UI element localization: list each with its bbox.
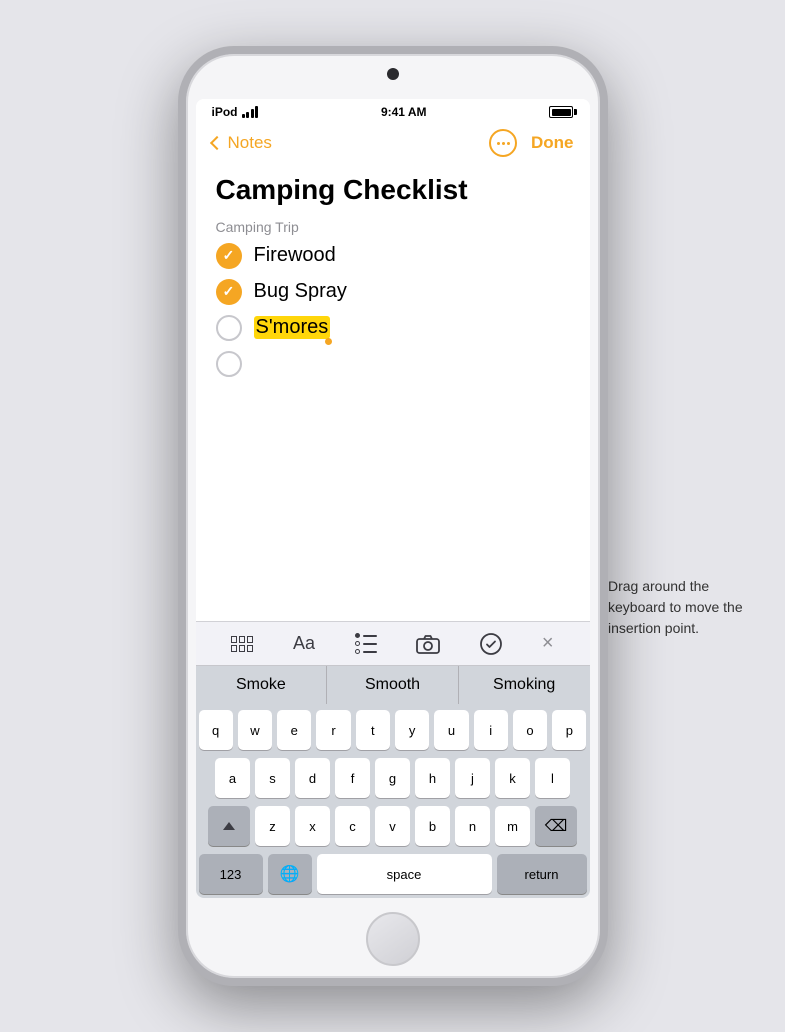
key-l[interactable]: l xyxy=(535,758,570,798)
device-wrapper: Drag around the keyboard to move the ins… xyxy=(0,0,785,1032)
numbers-key[interactable]: 123 xyxy=(199,854,263,894)
more-dot xyxy=(497,142,500,145)
key-z[interactable]: z xyxy=(255,806,290,846)
checkbox-smores[interactable] xyxy=(216,315,242,341)
checkbox-bug-spray[interactable]: ✓ xyxy=(216,279,242,305)
item-text-firewood: Firewood xyxy=(254,244,336,267)
camera-icon xyxy=(416,634,440,654)
checklist-item-smores: S'mores xyxy=(216,315,570,341)
note-title[interactable]: Camping Checklist xyxy=(216,173,570,207)
section-label: Camping Trip xyxy=(216,219,570,235)
back-button[interactable]: Notes xyxy=(212,133,272,153)
formatting-toolbar: Aa xyxy=(196,621,590,665)
more-button[interactable] xyxy=(489,129,517,157)
compose-button[interactable] xyxy=(480,633,502,655)
wifi-icon xyxy=(242,106,259,118)
status-bar: iPod 9:41 AM xyxy=(196,99,590,123)
key-y[interactable]: y xyxy=(395,710,429,750)
keyboard-row-2: a s d f g h j k l xyxy=(199,758,587,798)
status-carrier: iPod xyxy=(212,105,259,119)
close-icon: × xyxy=(542,632,554,655)
home-button[interactable] xyxy=(366,912,420,966)
checklist-item-tent xyxy=(216,351,570,377)
text-format-button[interactable]: Aa xyxy=(293,633,315,654)
checklist-button[interactable] xyxy=(355,633,377,654)
key-q[interactable]: q xyxy=(199,710,233,750)
predictive-word-1[interactable]: Smooth xyxy=(327,666,459,704)
item-text-smores[interactable]: S'mores xyxy=(254,316,331,339)
format-aa-label: Aa xyxy=(293,633,315,654)
key-o[interactable]: o xyxy=(513,710,547,750)
key-u[interactable]: u xyxy=(434,710,468,750)
checklist-item: ✓ Firewood xyxy=(216,243,570,269)
content-area: Camping Checklist Camping Trip ✓ Firewoo… xyxy=(196,165,590,621)
key-d[interactable]: d xyxy=(295,758,330,798)
key-e[interactable]: e xyxy=(277,710,311,750)
nav-bar: Notes Done xyxy=(196,123,590,165)
key-a[interactable]: a xyxy=(215,758,250,798)
keyboard-row-3: z x c v b n m ⌫ xyxy=(199,806,587,846)
checkmark-icon: ✓ xyxy=(223,247,235,264)
item-text-bug-spray: Bug Spray xyxy=(254,280,347,303)
space-key[interactable]: space xyxy=(317,854,492,894)
checkmark-icon: ✓ xyxy=(223,283,235,300)
more-dot xyxy=(507,142,510,145)
predictive-text-bar: Smoke Smooth Smoking xyxy=(196,665,590,704)
status-time: 9:41 AM xyxy=(381,105,427,119)
checkbox-tent[interactable] xyxy=(216,351,242,377)
checkbox-firewood[interactable]: ✓ xyxy=(216,243,242,269)
key-j[interactable]: j xyxy=(455,758,490,798)
predictive-word-2[interactable]: Smoking xyxy=(459,666,590,704)
keyboard: q w e r t y u i o p a s d f g xyxy=(196,704,590,898)
predictive-word-0[interactable]: Smoke xyxy=(196,666,328,704)
globe-key[interactable]: 🌐 xyxy=(268,854,312,894)
key-x[interactable]: x xyxy=(295,806,330,846)
key-h[interactable]: h xyxy=(415,758,450,798)
key-f[interactable]: f xyxy=(335,758,370,798)
more-dot xyxy=(502,142,505,145)
shift-icon xyxy=(223,822,235,830)
annotation-text: Drag around the keyboard to move the ins… xyxy=(602,576,757,639)
key-m[interactable]: m xyxy=(495,806,530,846)
checklist-item: ✓ Bug Spray xyxy=(216,279,570,305)
key-k[interactable]: k xyxy=(495,758,530,798)
compose-icon xyxy=(480,633,502,655)
chevron-left-icon xyxy=(209,136,223,150)
shift-key[interactable] xyxy=(208,806,250,846)
close-toolbar-button[interactable]: × xyxy=(542,632,554,655)
return-key[interactable]: return xyxy=(497,854,587,894)
battery-fill xyxy=(552,109,571,116)
delete-icon: ⌫ xyxy=(545,816,568,836)
nav-right-actions: Done xyxy=(489,129,574,157)
keyboard-row-4: 123 🌐 space return xyxy=(199,854,587,894)
key-t[interactable]: t xyxy=(356,710,390,750)
key-c[interactable]: c xyxy=(335,806,370,846)
key-n[interactable]: n xyxy=(455,806,490,846)
key-b[interactable]: b xyxy=(415,806,450,846)
key-v[interactable]: v xyxy=(375,806,410,846)
status-right xyxy=(549,106,573,118)
camera-button[interactable] xyxy=(416,634,440,654)
table-icon xyxy=(231,636,253,652)
key-i[interactable]: i xyxy=(474,710,508,750)
globe-icon: 🌐 xyxy=(280,864,300,884)
screen: iPod 9:41 AM xyxy=(196,99,590,898)
keyboard-row-1: q w e r t y u i o p xyxy=(199,710,587,750)
delete-key[interactable]: ⌫ xyxy=(535,806,577,846)
table-button[interactable] xyxy=(231,636,253,652)
key-p[interactable]: p xyxy=(552,710,586,750)
key-s[interactable]: s xyxy=(255,758,290,798)
list-icon xyxy=(355,633,377,654)
key-r[interactable]: r xyxy=(316,710,350,750)
device-frame: iPod 9:41 AM xyxy=(178,46,608,986)
done-button[interactable]: Done xyxy=(531,133,574,153)
key-w[interactable]: w xyxy=(238,710,272,750)
key-g[interactable]: g xyxy=(375,758,410,798)
back-label: Notes xyxy=(228,133,272,153)
battery-icon xyxy=(549,106,573,118)
camera-dot xyxy=(387,68,399,80)
